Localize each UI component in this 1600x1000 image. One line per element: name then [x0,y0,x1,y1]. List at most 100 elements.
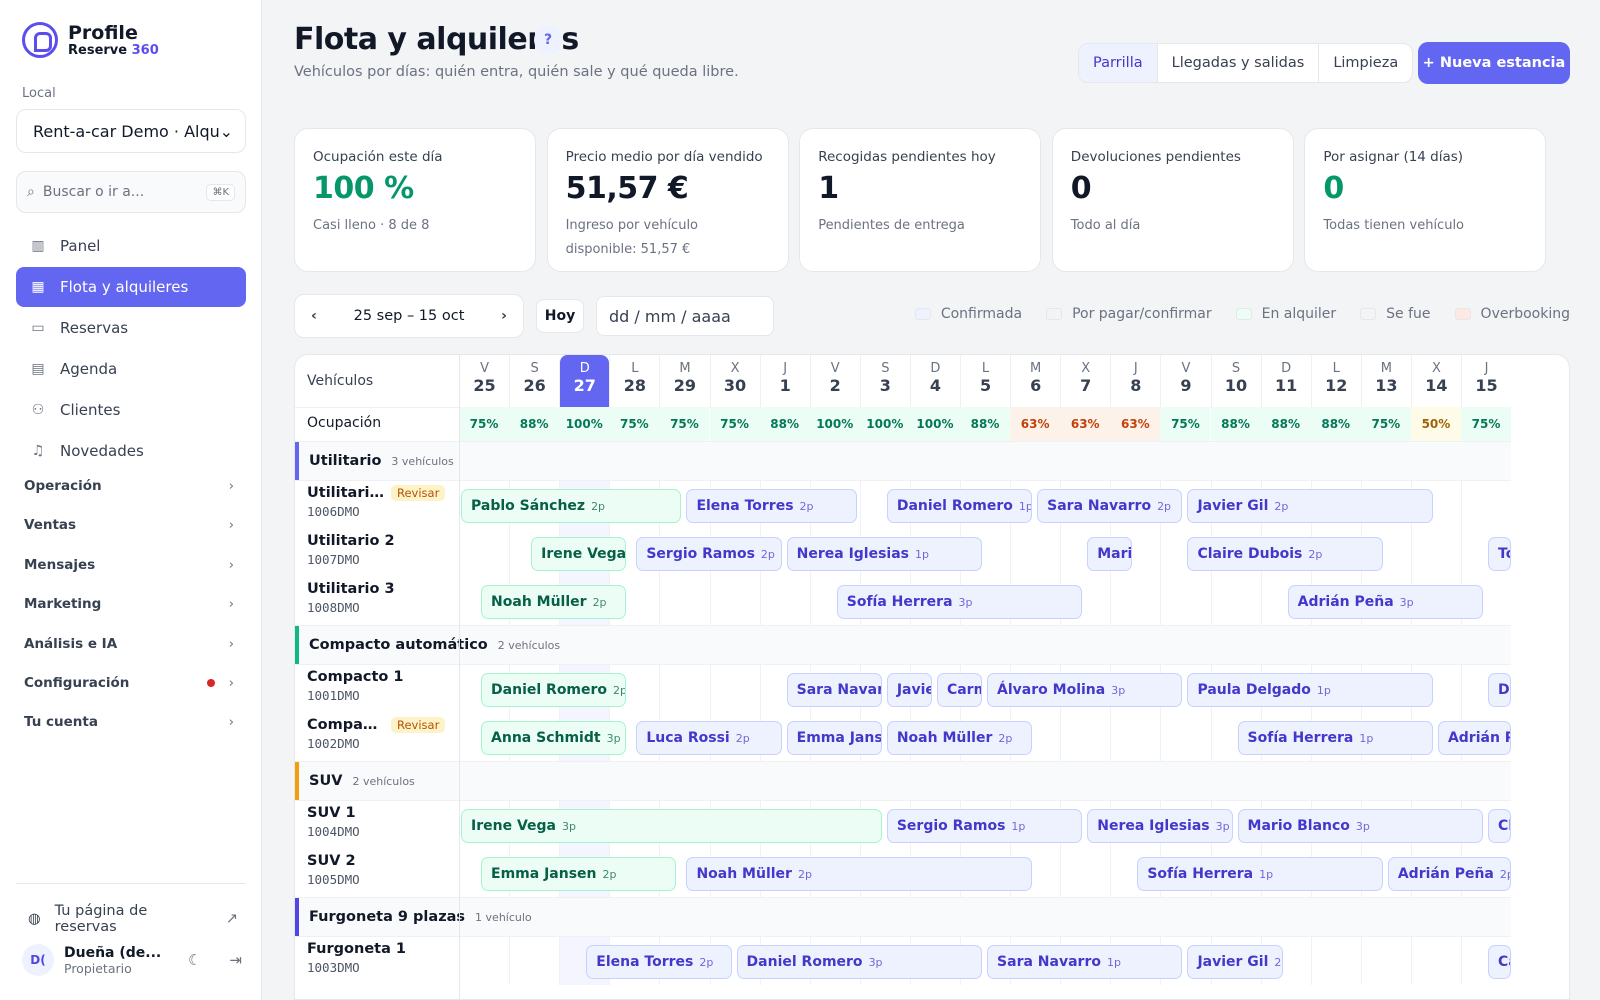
vehicle-plate: 1007DMO [307,552,360,567]
booking-bar[interactable]: Anna Schmidt 3p [481,721,627,755]
chevron-right-icon[interactable]: › [501,308,507,324]
sidebar-section-3[interactable]: Marketing › [24,596,234,612]
local-select[interactable]: Rent-a-car Demo · Alqui ⌄ [16,109,246,153]
legend: Confirmada Por pagar/confirmar En alquiler… [901,306,1570,322]
booking-bar[interactable]: Adrián Peña 2p [1387,857,1512,891]
booking-page-link[interactable]: ◍ Tu página de reservas ↗ [28,903,238,935]
sidebar-item-3[interactable]: ▤ Agenda [16,349,246,389]
booking-bar[interactable]: Sofía Herrera 1p [1237,721,1433,755]
booking-bar[interactable]: Elena Torres 2p [686,489,857,523]
chevron-left-icon[interactable]: ‹ [311,308,317,324]
booking-bar[interactable]: Javier Gil [886,673,932,707]
vehicle-label[interactable]: Compacto 2 Revisar 1002DMO [307,717,453,751]
vehicle-label[interactable]: Utilitario 2 1007DMO [307,533,453,567]
chevron-down-icon: ⌄ [219,121,233,141]
booking-bar[interactable]: Noah Müller 2p [886,721,1033,755]
sidebar-section-5[interactable]: Configuración › [24,675,234,691]
booking-bar[interactable]: Adrián Peña [1437,721,1512,755]
user-profile[interactable]: D( Dueña (de... Propietario ☾ ⇥ [22,944,242,976]
booking-bar[interactable]: Claire [1488,809,1512,843]
booking-bar[interactable]: Irene Vega3p [461,809,882,843]
sidebar-section-0[interactable]: Operación › [24,478,234,494]
booking-bar[interactable]: Carmen [936,673,983,707]
booking-bar[interactable]: Nerea Iglesias 1p [786,537,983,571]
booking-bar[interactable]: Elena Torres 2p [586,945,732,979]
booking-bar[interactable]: Paula Delgado 1p [1187,673,1433,707]
booking-bar[interactable]: Sergio Ramos 1p [886,809,1083,843]
tab-limpieza[interactable]: Limpieza [1319,44,1412,82]
today-button[interactable]: Hoy [536,299,584,333]
sidebar-item-0[interactable]: ▥ Panel [16,226,246,266]
occupancy-cell: 75% [659,407,710,441]
booking-bar[interactable]: Sara Navarro 2p [1037,489,1183,523]
vehicle-name-row: Compacto 1 [307,669,453,685]
group-name: SUV [309,773,343,789]
vehicle-label[interactable]: Compacto 1 1001DMO [307,669,453,703]
booking-bar[interactable]: Pablo Sánchez 2p [461,489,682,523]
tab-llegadas-salidas[interactable]: Llegadas y salidas [1158,44,1320,82]
vehicles-column-header: Vehículos [307,373,374,389]
sidebar-item-4[interactable]: ⚇ Clientes [16,390,246,430]
logo-icon [22,22,58,58]
day-header: J 15 [1461,355,1511,407]
booking-bar[interactable]: Noah Müller 2p [686,857,1033,891]
booking-bar[interactable]: Sofía Herrera 1p [1137,857,1383,891]
booking-bar[interactable]: Sara Navarro 1p [987,945,1183,979]
search-input[interactable]: ⌕ Buscar o ir a... ⌘K [16,171,246,213]
booking-bar[interactable]: Adrián Peña 3p [1287,585,1484,619]
sidebar-section-label: Análisis e IA [24,635,118,652]
sidebar-section-4[interactable]: Análisis e IA › [24,636,234,652]
booking-bar[interactable]: Álvaro Molina 3p [987,673,1183,707]
day-letter: J [1133,361,1138,376]
moon-icon[interactable]: ☾ [188,951,201,969]
grid-cell [1410,529,1461,577]
logout-icon[interactable]: ⇥ [229,951,242,969]
booking-guest: Adrián Peña [1397,866,1494,882]
booking-bar[interactable]: Javier Gil 2p [1187,945,1283,979]
day-number: 1 [779,376,791,395]
app-logo[interactable]: Profile Reserve 360 [22,22,159,58]
sidebar-item-1[interactable]: ▦ Flota y alquileres [16,267,246,307]
sidebar-item-5[interactable]: ♫ Novedades [16,431,246,471]
sidebar-section-1[interactable]: Ventas › [24,517,234,533]
booking-bar[interactable]: Daniel Romero 3p [736,945,983,979]
booking-bar[interactable]: Emma Jansen [786,721,882,755]
booking-bar[interactable]: Claire Dubois 2p [1187,537,1383,571]
booking-bar[interactable]: Mario Blanco [1087,537,1133,571]
booking-pax: 3p [868,955,883,969]
sidebar-item-2[interactable]: ▭ Reservas [16,308,246,348]
help-button[interactable]: ? [534,26,562,54]
vehicle-label[interactable]: Utilitario 3 1008DMO [307,581,453,615]
booking-bar[interactable]: Noah Müller 2p [481,585,627,619]
vehicle-label[interactable]: Utilitario 1 Revisar 1006DMO [307,485,453,519]
booking-bar[interactable]: Sara Navarro [786,673,882,707]
vehicle-label[interactable]: Furgoneta 1 1003DMO [307,941,453,975]
booking-bar[interactable]: Irene Vega3p [531,537,627,571]
booking-bar[interactable]: Sofía Herrera 3p [836,585,1083,619]
booking-bar[interactable]: Javier Gil 2p [1187,489,1433,523]
legend-swatch [1360,308,1377,320]
booking-bar[interactable]: Tomás [1488,537,1512,571]
sidebar-section-2[interactable]: Mensajes › [24,557,234,573]
booking-bar[interactable]: Diego [1488,673,1512,707]
booking-bar[interactable]: Daniel Romero 2p [481,673,627,707]
chevron-right-icon: › [228,556,234,573]
new-stay-button[interactable]: + Nueva estancia [1418,42,1570,84]
booking-bar[interactable]: Mario Blanco 3p [1237,809,1484,843]
sidebar-section-6[interactable]: Tu cuenta › [24,714,234,730]
booking-guest: Sara Navarro [997,954,1101,970]
globe-icon: ◍ [28,911,41,927]
booking-bar[interactable]: Daniel Romero 1p [886,489,1033,523]
tab-parrilla[interactable]: Parrilla [1079,44,1158,82]
day-header: M 29 [659,355,709,407]
vehicle-label[interactable]: SUV 1 1004DMO [307,805,453,839]
vehicle-label[interactable]: SUV 2 1005DMO [307,853,453,887]
booking-bar[interactable]: Luca Rossi 2p [636,721,782,755]
booking-bar[interactable]: Carla [1488,945,1512,979]
booking-bar[interactable]: Sergio Ramos 2p [636,537,782,571]
day-number: 14 [1425,376,1448,395]
booking-bar[interactable]: Emma Jansen 2p [481,857,677,891]
booking-bar[interactable]: Nerea Iglesias 3p [1087,809,1233,843]
date-input[interactable]: dd / mm / aaaa [596,296,774,336]
user-role: Propietario [64,960,132,976]
